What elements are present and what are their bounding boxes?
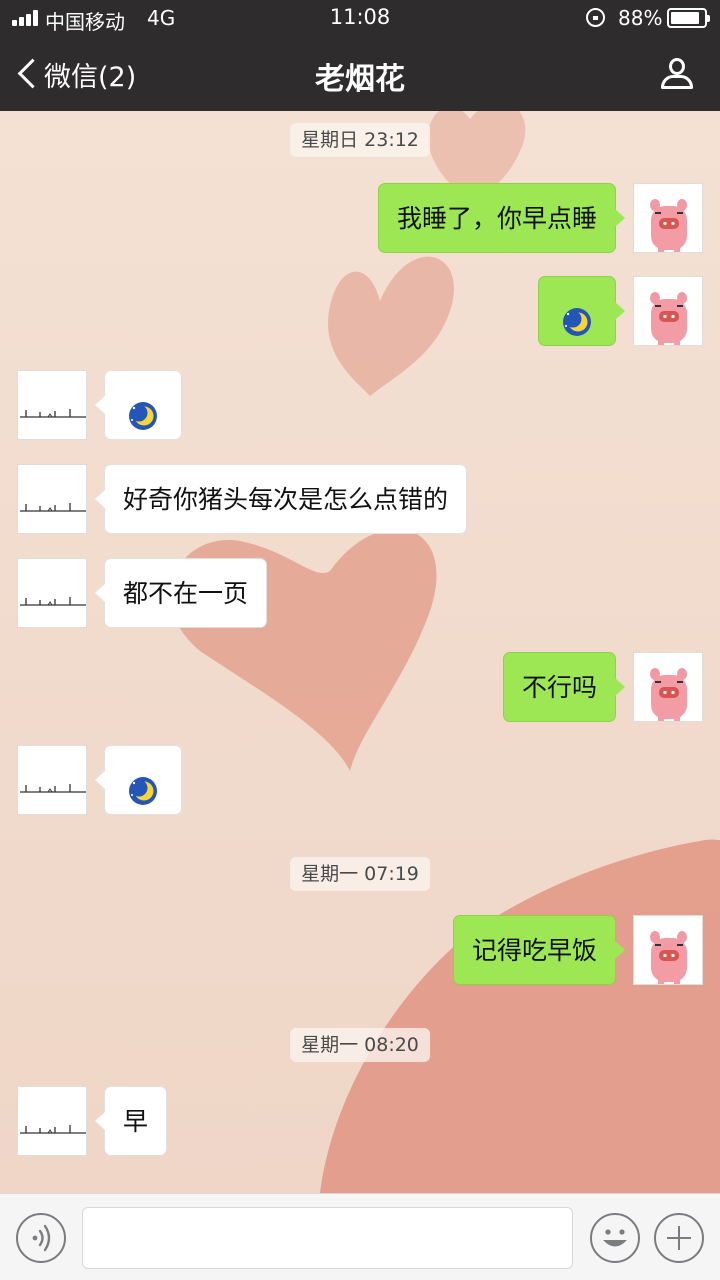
contact-avatar[interactable] bbox=[17, 558, 87, 628]
contact-avatar[interactable] bbox=[17, 745, 87, 815]
contact-avatar[interactable] bbox=[17, 464, 87, 534]
line-sketch-avatar-icon bbox=[18, 371, 86, 439]
line-sketch-avatar-icon bbox=[18, 746, 86, 814]
text-message-bubble[interactable]: 不行吗 bbox=[502, 652, 626, 722]
emoji-button[interactable] bbox=[590, 1213, 640, 1263]
sticker-message-bubble[interactable] bbox=[538, 276, 625, 346]
message-input[interactable] bbox=[82, 1207, 573, 1269]
text-message-bubble[interactable]: 记得吃早饭 bbox=[452, 915, 626, 985]
contact-avatar[interactable] bbox=[17, 1086, 87, 1156]
chat-title: 老烟花 bbox=[315, 62, 405, 97]
line-sketch-avatar-icon bbox=[18, 465, 86, 533]
message-text: 好奇你猪头每次是怎么点错的 bbox=[123, 485, 449, 514]
message-list[interactable]: 星期日 23:12 星期一 07:19 星期一 08:20 我睡了，你早点睡好奇你猪头… bbox=[0, 111, 720, 1193]
chat-info-button[interactable] bbox=[660, 56, 694, 92]
pink-pig-avatar-icon bbox=[634, 277, 702, 345]
battery-icon bbox=[667, 8, 710, 28]
status-bar: 中国移动 4G 11:08 88% bbox=[0, 0, 720, 38]
message-text: 记得吃早饭 bbox=[471, 936, 597, 965]
my-avatar[interactable] bbox=[633, 652, 703, 722]
text-message-bubble[interactable]: 好奇你猪头每次是怎么点错的 bbox=[94, 464, 468, 534]
orientation-lock-icon bbox=[586, 8, 605, 27]
message-text: 早 bbox=[123, 1107, 149, 1136]
top-bar: 中国移动 4G 11:08 88% 微信(2) 老烟花 bbox=[0, 0, 720, 111]
input-bar bbox=[0, 1193, 720, 1280]
battery-percent: 88% bbox=[618, 6, 663, 30]
my-avatar[interactable] bbox=[633, 915, 703, 985]
sticker-message-bubble[interactable] bbox=[95, 745, 182, 815]
my-avatar[interactable] bbox=[633, 276, 703, 346]
more-button[interactable] bbox=[654, 1213, 704, 1263]
pink-pig-avatar-icon bbox=[634, 184, 702, 252]
timestamp-chip: 星期一 07:19 bbox=[290, 857, 430, 891]
pink-pig-avatar-icon bbox=[634, 653, 702, 721]
pink-pig-avatar-icon bbox=[634, 916, 702, 984]
sticker-message-bubble[interactable] bbox=[95, 370, 182, 440]
my-avatar[interactable] bbox=[633, 183, 703, 253]
line-sketch-avatar-icon bbox=[18, 559, 86, 627]
message-text: 都不在一页 bbox=[123, 579, 249, 608]
emoji-icon bbox=[603, 1229, 627, 1247]
status-time: 11:08 bbox=[329, 5, 391, 29]
text-message-bubble[interactable]: 都不在一页 bbox=[94, 558, 268, 628]
contact-avatar[interactable] bbox=[17, 370, 87, 440]
voice-icon bbox=[32, 1224, 51, 1252]
timestamp-chip: 星期日 23:12 bbox=[290, 123, 430, 157]
chat-header: 微信(2) 老烟花 bbox=[0, 40, 720, 111]
sleeping-moon-emoji bbox=[563, 308, 591, 336]
voice-button[interactable] bbox=[16, 1213, 66, 1263]
sleeping-moon-emoji bbox=[129, 402, 157, 430]
sleeping-moon-emoji bbox=[129, 777, 157, 805]
text-message-bubble[interactable]: 我睡了，你早点睡 bbox=[377, 183, 626, 253]
message-text: 不行吗 bbox=[521, 673, 597, 702]
text-message-bubble[interactable]: 早 bbox=[94, 1086, 168, 1156]
message-text: 我睡了，你早点睡 bbox=[396, 204, 597, 233]
line-sketch-avatar-icon bbox=[18, 1087, 86, 1155]
person-icon bbox=[669, 58, 685, 75]
timestamp-chip: 星期一 08:20 bbox=[290, 1028, 430, 1062]
